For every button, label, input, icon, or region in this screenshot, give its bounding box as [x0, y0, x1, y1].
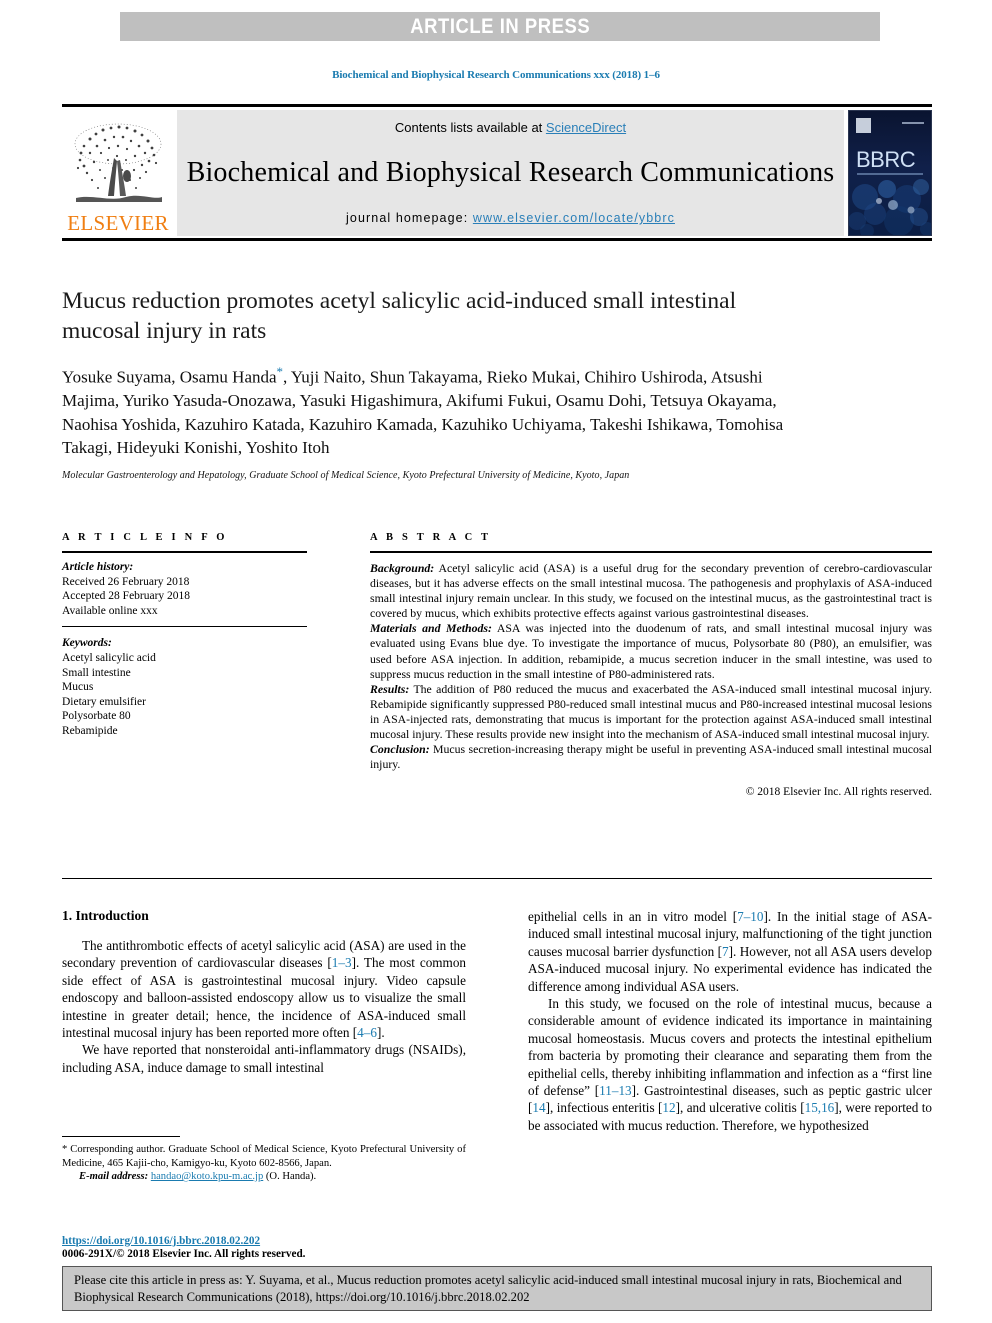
elsevier-tree-icon — [74, 123, 162, 202]
sciencedirect-link[interactable]: ScienceDirect — [546, 120, 626, 135]
citation-reference[interactable]: 14 — [532, 1100, 545, 1115]
body-column-right: epithelial cells in an in vitro model [7… — [528, 908, 932, 1134]
doi-link[interactable]: https://doi.org/10.1016/j.bbrc.2018.02.2… — [62, 1235, 466, 1247]
email-address-label: E-mail address: — [79, 1171, 149, 1183]
journal-homepage-link[interactable]: www.elsevier.com/locate/ybbrc — [473, 211, 675, 225]
article-in-press-banner: ARTICLE IN PRESS — [120, 12, 880, 41]
keyword-item: Dietary emulsifier — [62, 695, 146, 708]
doi-block: https://doi.org/10.1016/j.bbrc.2018.02.2… — [62, 1235, 466, 1260]
journal-homepage-line: journal homepage: www.elsevier.com/locat… — [346, 211, 675, 225]
abstract-section-text: Mucus secretion-increasing therapy might… — [370, 742, 932, 772]
abstract-rule-top — [370, 551, 932, 553]
contents-list-line: Contents lists available at ScienceDirec… — [395, 120, 626, 135]
body-column-left: 1. Introduction The antithrombotic effec… — [62, 908, 466, 1134]
citation-reference[interactable]: 11–13 — [599, 1083, 631, 1098]
info-abstract-region: A R T I C L E I N F O Article history: R… — [62, 532, 932, 800]
body-paragraph: In this study, we focused on the role of… — [528, 995, 932, 1134]
abstract-section-label: Conclusion: — [370, 742, 430, 757]
author-affiliation: Molecular Gastroenterology and Hepatolog… — [62, 469, 630, 481]
corresponding-author-footnote: * Corresponding author. Graduate School … — [62, 1136, 466, 1182]
journal-title: Biochemical and Biophysical Research Com… — [186, 157, 835, 188]
keyword-item: Rebamipide — [62, 724, 118, 737]
citation-reference[interactable]: 1–3 — [332, 955, 352, 970]
contents-prefix: Contents lists available at — [394, 120, 546, 135]
email-link[interactable]: handao@koto.kpu-m.ac.jp — [151, 1171, 263, 1182]
keywords-block: Keywords: Acetyl salicylic acid Small in… — [62, 636, 307, 738]
keyword-item: Small intestine — [62, 666, 131, 679]
abstract-section-text: Acetyl salicylic acid (ASA) is a useful … — [370, 561, 932, 621]
abstract-paragraph: Materials and Methods: ASA was injected … — [370, 621, 932, 681]
elsevier-logo: ELSEVIER — [62, 110, 174, 236]
homepage-label: journal homepage: — [346, 211, 473, 225]
cover-journal-acronym: BBRC — [856, 147, 916, 172]
history-item: Received 26 February 2018 — [62, 575, 190, 588]
keyword-item: Mucus — [62, 681, 94, 694]
body-paragraph: The antithrombotic effects of acetyl sal… — [62, 937, 466, 1041]
history-item: Available online xxx — [62, 604, 158, 617]
paragraph-text: ]. — [376, 1025, 385, 1041]
article-info-rule-top — [62, 551, 307, 553]
paragraph-text: ], infectious enteritis [ — [545, 1100, 663, 1116]
keyword-item: Polysorbate 80 — [62, 710, 131, 723]
abstract-heading: A B S T R A C T — [370, 532, 492, 543]
journal-running-head: Biochemical and Biophysical Research Com… — [332, 69, 660, 81]
page-title: Mucus reduction promotes acetyl salicyli… — [62, 288, 737, 344]
abstract-section-label: Background: — [370, 561, 435, 575]
cover-publisher-mark-icon — [856, 118, 871, 133]
citation-reference[interactable]: 12 — [662, 1100, 675, 1115]
journal-info-box: Contents lists available at ScienceDirec… — [177, 110, 844, 236]
masthead-top-rule — [62, 104, 932, 107]
title-block: Mucus reduction promotes acetyl salicyli… — [62, 286, 792, 481]
author-first-group: Yosuke Suyama, Osamu Handa — [62, 367, 277, 387]
abstract-paragraph: Background: Acetyl salicylic acid (ASA) … — [370, 561, 932, 621]
masthead-body: ELSEVIER Contents lists available at Sci… — [62, 110, 932, 236]
article-info-rule-mid — [62, 626, 307, 628]
paragraph-text: ], and ulcerative colitis [ — [675, 1100, 805, 1116]
abstract-paragraph: Results: The addition of P80 reduced the… — [370, 682, 932, 742]
introduction-heading: 1. Introduction — [62, 908, 149, 923]
abstract-column: A B S T R A C T Background: Acetyl salic… — [370, 532, 932, 800]
article-history-block: Article history: Received 26 February 20… — [62, 560, 307, 618]
history-item: Accepted 28 February 2018 — [62, 590, 191, 603]
elsevier-wordmark: ELSEVIER — [67, 211, 169, 235]
issn-copyright-line: 0006-291X/© 2018 Elsevier Inc. All right… — [62, 1248, 306, 1260]
abstract-bottom-rule — [62, 878, 932, 879]
cover-subtitle-rule — [857, 173, 923, 175]
cite-in-press-text: Please cite this article in press as: Y.… — [74, 1273, 902, 1304]
footnote-address: * Corresponding author. Graduate School … — [62, 1144, 466, 1169]
cite-in-press-banner: Please cite this article in press as: Y.… — [62, 1266, 932, 1311]
article-info-column: A R T I C L E I N F O Article history: R… — [62, 532, 307, 800]
abstract-paragraph: Conclusion: Mucus secretion-increasing t… — [370, 742, 932, 772]
abstract-section-label: Results: — [370, 681, 410, 696]
journal-cover-thumbnail: BBRC — [848, 110, 932, 236]
article-body: 1. Introduction The antithrombotic effec… — [62, 908, 932, 1134]
masthead-bottom-rule — [62, 238, 932, 241]
paragraph-text: epithelial cells in an in vitro model [ — [528, 909, 738, 924]
paragraph-text: We have reported that nonsteroidal anti-… — [62, 1042, 466, 1075]
article-in-press-label: ARTICLE IN PRESS — [410, 14, 590, 38]
email-owner: (O. Handa). — [263, 1171, 317, 1183]
footnote-rule — [62, 1136, 180, 1137]
cover-top-rule — [902, 122, 924, 124]
abstract-body: Background: Acetyl salicylic acid (ASA) … — [370, 561, 932, 800]
keywords-label: Keywords: — [62, 637, 112, 650]
body-paragraph: epithelial cells in an in vitro model [7… — [528, 908, 932, 995]
article-info-heading: A R T I C L E I N F O — [62, 532, 228, 543]
journal-masthead: ELSEVIER Contents lists available at Sci… — [62, 104, 932, 241]
author-list: Yosuke Suyama, Osamu Handa*, Yuji Naito,… — [62, 360, 792, 460]
abstract-copyright: © 2018 Elsevier Inc. All rights reserved… — [745, 786, 932, 799]
citation-reference[interactable]: 15,16 — [805, 1100, 835, 1115]
keyword-item: Acetyl salicylic acid — [62, 651, 156, 664]
citation-reference[interactable]: 7 — [722, 944, 729, 959]
abstract-section-text: The addition of P80 reduced the mucus an… — [370, 681, 932, 742]
body-paragraph: We have reported that nonsteroidal anti-… — [62, 1041, 466, 1076]
citation-reference[interactable]: 4–6 — [357, 1025, 377, 1040]
citation-reference[interactable]: 7–10 — [737, 909, 763, 924]
footnote-email-line: E-mail address: handao@koto.kpu-m.ac.jp … — [62, 1171, 466, 1182]
abstract-section-label: Materials and Methods: — [370, 621, 492, 636]
article-history-label: Article history: — [62, 561, 134, 573]
